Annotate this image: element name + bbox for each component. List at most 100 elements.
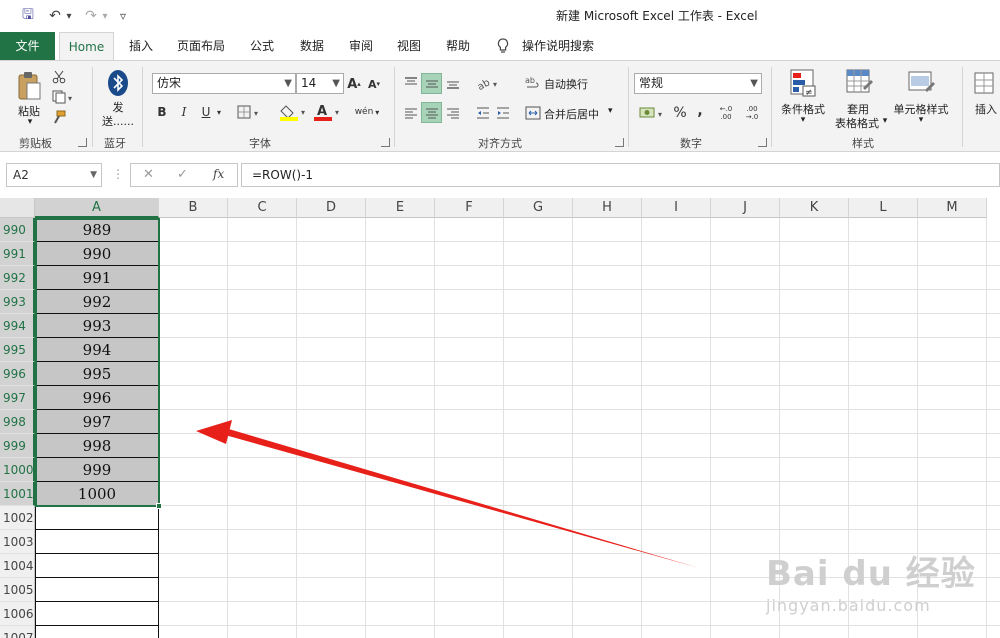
undo-dropdown-icon[interactable]: ▾ bbox=[64, 6, 74, 26]
column-header-l[interactable]: L bbox=[849, 198, 918, 218]
tab-help[interactable]: 帮助 bbox=[440, 32, 476, 60]
cell-a[interactable]: 999 bbox=[35, 458, 159, 482]
bold-button[interactable]: B bbox=[154, 103, 170, 121]
cell-a[interactable]: 995 bbox=[35, 362, 159, 386]
column-header-g[interactable]: G bbox=[504, 198, 573, 218]
column-header-k[interactable]: K bbox=[780, 198, 849, 218]
font-size-combo[interactable]: 14 ▼ bbox=[296, 73, 344, 94]
customize-qa-icon[interactable]: ▿ bbox=[116, 6, 130, 26]
row-header[interactable]: 998 bbox=[0, 410, 35, 434]
row-header[interactable]: 997 bbox=[0, 386, 35, 410]
tab-page-layout[interactable]: 页面布局 bbox=[172, 32, 230, 60]
insert-cells-label[interactable]: 插入 bbox=[972, 101, 1000, 117]
underline-button[interactable]: U bbox=[198, 103, 214, 121]
underline-dropdown-icon[interactable]: ▾ bbox=[214, 103, 224, 121]
format-painter-icon[interactable] bbox=[50, 109, 68, 125]
percent-button[interactable]: % bbox=[672, 103, 688, 123]
cell-a[interactable]: 998 bbox=[35, 434, 159, 458]
more-options-icon[interactable]: ⋮ bbox=[112, 167, 124, 181]
conditional-formatting-icon[interactable]: ≠ bbox=[788, 67, 818, 99]
row-header[interactable]: 1004 bbox=[0, 554, 35, 578]
decrease-indent-icon[interactable] bbox=[474, 103, 492, 123]
tab-view[interactable]: 视图 bbox=[391, 32, 427, 60]
number-format-combo[interactable]: 常规 ▼ bbox=[634, 73, 762, 94]
row-header[interactable]: 1007 bbox=[0, 626, 35, 638]
cell-styles-dropdown-icon[interactable]: ▾ bbox=[916, 115, 926, 125]
row-header[interactable]: 991 bbox=[0, 242, 35, 266]
cut-icon[interactable] bbox=[50, 69, 68, 85]
cell-a[interactable] bbox=[35, 602, 159, 626]
bluetooth-send-label[interactable]: 发送...... bbox=[98, 101, 138, 129]
cell-a[interactable] bbox=[35, 578, 159, 602]
row-header[interactable]: 999 bbox=[0, 434, 35, 458]
column-header-a[interactable]: A bbox=[35, 198, 159, 218]
row-header[interactable]: 1003 bbox=[0, 530, 35, 554]
bluetooth-icon[interactable] bbox=[104, 67, 132, 99]
column-header-i[interactable]: I bbox=[642, 198, 711, 218]
cell-a[interactable] bbox=[35, 506, 159, 530]
column-header-d[interactable]: D bbox=[297, 198, 366, 218]
redo-dropdown-icon[interactable]: ▾ bbox=[100, 6, 110, 26]
cell-a[interactable]: 989 bbox=[35, 218, 159, 242]
format-as-table-icon[interactable] bbox=[844, 67, 874, 99]
enter-icon[interactable]: ✓ bbox=[177, 167, 188, 182]
number-launcher-icon[interactable] bbox=[758, 138, 767, 147]
column-header-j[interactable]: J bbox=[711, 198, 780, 218]
table-dropdown-icon[interactable]: ▾ bbox=[880, 116, 890, 126]
wrap-text-label[interactable]: 自动换行 bbox=[544, 76, 588, 92]
copy-icon[interactable]: ▾ bbox=[50, 89, 76, 105]
tab-formulas[interactable]: 公式 bbox=[244, 32, 280, 60]
cell-a[interactable]: 1000 bbox=[35, 482, 159, 506]
fill-color-icon[interactable]: ▾ bbox=[278, 101, 310, 123]
phonetic-icon[interactable]: wén ▾ bbox=[352, 101, 382, 123]
cell-a[interactable] bbox=[35, 626, 159, 638]
accounting-format-icon[interactable]: ▾ bbox=[638, 103, 668, 123]
font-name-combo[interactable]: 仿宋 ▼ bbox=[152, 73, 296, 94]
merge-center-label[interactable]: 合并后居中 bbox=[544, 106, 599, 122]
column-header-c[interactable]: C bbox=[228, 198, 297, 218]
cell-a[interactable]: 991 bbox=[35, 266, 159, 290]
cancel-icon[interactable]: ✕ bbox=[143, 167, 154, 182]
align-left-icon[interactable] bbox=[402, 103, 420, 123]
cell-a[interactable] bbox=[35, 530, 159, 554]
borders-icon[interactable]: ▾ bbox=[236, 103, 264, 121]
cell-a[interactable] bbox=[35, 554, 159, 578]
row-header[interactable]: 1000 bbox=[0, 458, 35, 482]
redo-icon[interactable]: ↷ bbox=[82, 6, 100, 26]
row-header[interactable]: 1006 bbox=[0, 602, 35, 626]
undo-icon[interactable]: ↶ bbox=[46, 6, 64, 26]
row-header[interactable]: 993 bbox=[0, 290, 35, 314]
cell-a[interactable]: 996 bbox=[35, 386, 159, 410]
column-header-b[interactable]: B bbox=[159, 198, 228, 218]
tab-home[interactable]: Home bbox=[59, 32, 114, 61]
orientation-icon[interactable]: ab ▾ bbox=[476, 73, 502, 93]
column-header-f[interactable]: F bbox=[435, 198, 504, 218]
cell-a[interactable]: 992 bbox=[35, 290, 159, 314]
align-top-icon[interactable] bbox=[402, 73, 420, 93]
row-header[interactable]: 996 bbox=[0, 362, 35, 386]
row-header[interactable]: 1001 bbox=[0, 482, 35, 506]
format-as-table-label-2[interactable]: 表格格式 bbox=[828, 115, 886, 131]
column-header-m[interactable]: M bbox=[918, 198, 987, 218]
increase-indent-icon[interactable] bbox=[494, 103, 512, 123]
row-header[interactable]: 1002 bbox=[0, 506, 35, 530]
align-bottom-icon[interactable] bbox=[444, 73, 462, 93]
insert-function-icon[interactable]: fx bbox=[213, 167, 224, 181]
align-center-icon[interactable] bbox=[421, 102, 442, 123]
cell-a[interactable]: 990 bbox=[35, 242, 159, 266]
grow-font-icon[interactable]: A ▴ bbox=[346, 75, 362, 93]
italic-button[interactable]: I bbox=[176, 103, 192, 121]
row-header[interactable]: 994 bbox=[0, 314, 35, 338]
row-header[interactable]: 990 bbox=[0, 218, 35, 242]
clipboard-launcher-icon[interactable] bbox=[78, 138, 87, 147]
save-icon[interactable]: 🖫 bbox=[18, 6, 38, 26]
conditional-dropdown-icon[interactable]: ▾ bbox=[798, 115, 808, 125]
merge-dropdown-icon[interactable]: ▾ bbox=[608, 106, 613, 116]
merge-center-icon[interactable] bbox=[524, 103, 542, 123]
insert-cells-icon[interactable] bbox=[972, 67, 996, 99]
name-box[interactable]: A2 ▼ bbox=[6, 163, 102, 187]
decrease-decimal-button[interactable]: .00 →.0 bbox=[740, 103, 764, 123]
shrink-font-icon[interactable]: A ▾ bbox=[366, 75, 382, 93]
tab-insert[interactable]: 插入 bbox=[122, 32, 160, 60]
cell-styles-icon[interactable] bbox=[906, 67, 936, 99]
